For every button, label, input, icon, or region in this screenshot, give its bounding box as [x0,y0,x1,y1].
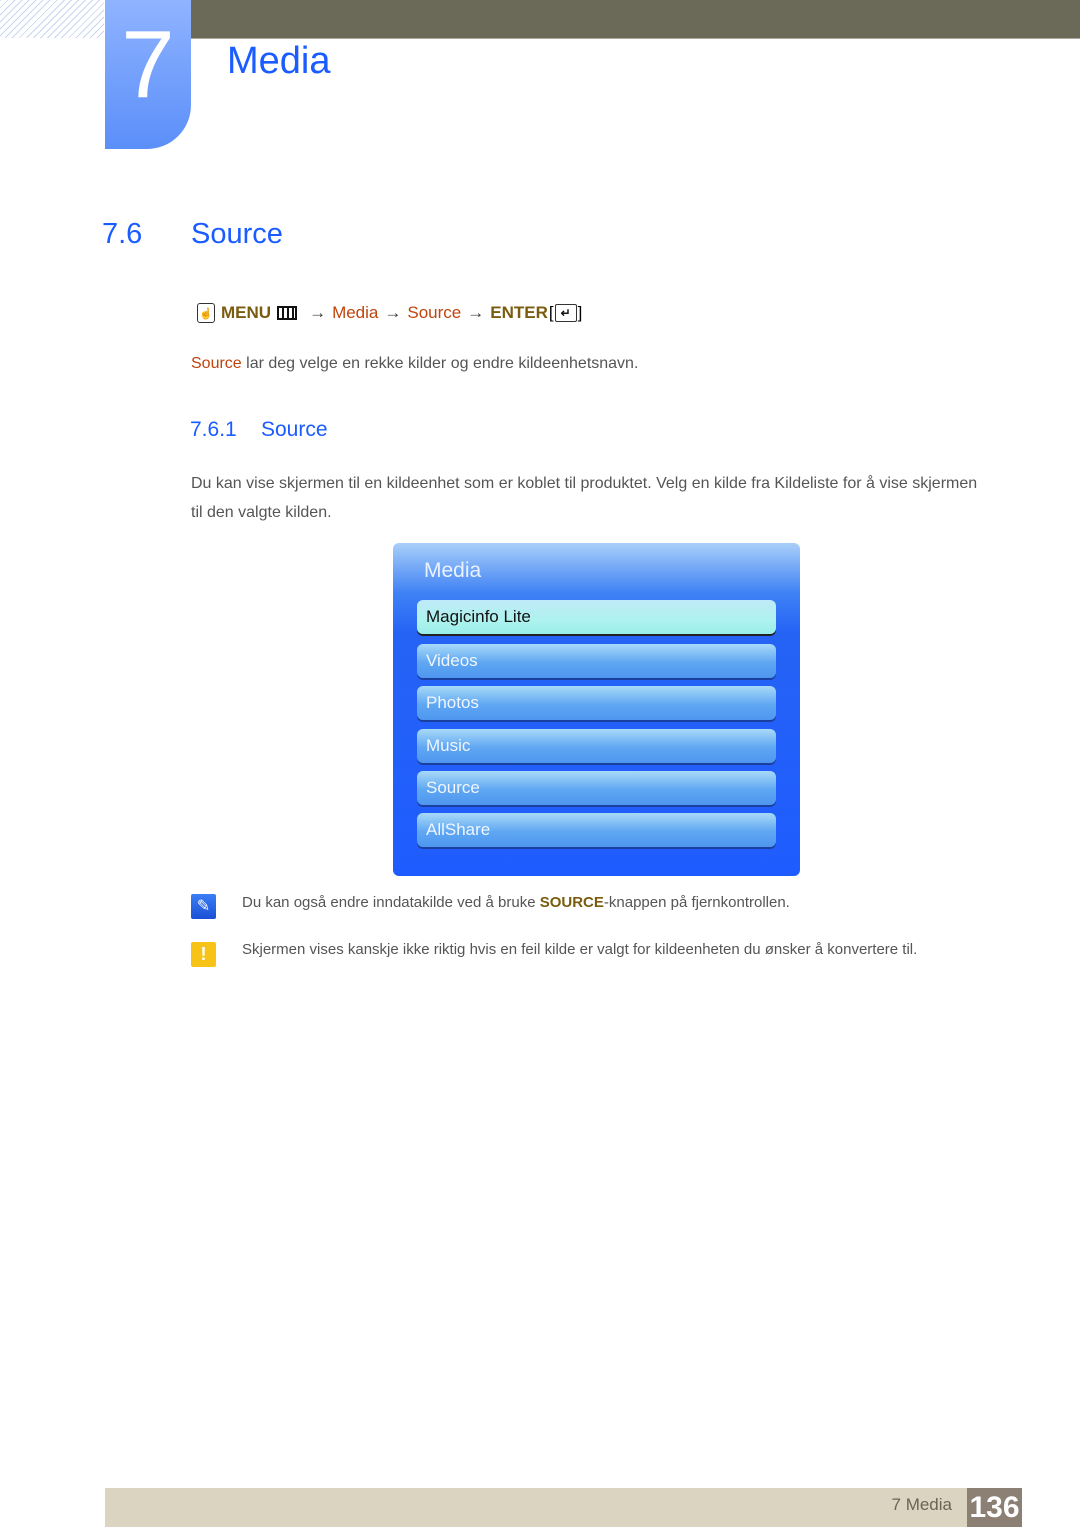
page-number: 136 [967,1488,1022,1527]
enter-keyword: ENTER [490,303,548,322]
note-pencil-icon: ✎ [191,894,216,919]
osd-item-magicinfo-lite[interactable]: Magicinfo Lite [417,600,776,634]
osd-item-source[interactable]: Source [417,771,776,805]
remote-hand-icon: ☝ [197,303,215,323]
osd-item-label: Magicinfo Lite [426,607,531,626]
osd-menu-title: Media [424,559,482,582]
osd-item-music[interactable]: Music [417,729,776,763]
intro-highlight: Source [191,355,242,372]
osd-item-label: Photos [426,693,479,712]
subsection-paragraph: Du kan vise skjermen til en kildeenhet s… [191,475,978,521]
bracket-open: [ [548,303,554,322]
menu-path: ☝ MENU → Media → Source → ENTER [ ↵ ] [197,303,582,323]
osd-item-label: Source [426,778,480,797]
footer-chapter-label: 7 Media [891,1495,952,1514]
osd-item-videos[interactable]: Videos [417,644,776,678]
arrow-icon: → [467,303,485,322]
menu-step-media: Media [332,303,379,322]
osd-item-label: AllShare [426,820,491,839]
menu-step-source: Source [407,303,462,322]
chapter-title: Media [227,40,331,82]
section-title: Source [191,218,283,250]
subsection-number: 7.6.1 [190,418,237,441]
subsection-title: Source [261,418,328,441]
osd-item-photos[interactable]: Photos [417,686,776,720]
chapter-number: 7 [121,11,175,118]
osd-item-allshare[interactable]: AllShare [417,813,776,847]
note-text-after: -knappen på fjernkontrollen. [603,894,790,911]
menu-keyword: MENU [221,303,272,322]
osd-item-label: Videos [426,651,478,670]
warning-icon: ! [191,942,216,967]
section-number: 7.6 [102,218,143,250]
arrow-icon: → [309,303,327,322]
osd-item-label: Music [426,736,471,755]
enter-icon: ↵ [554,304,577,322]
note-keyword-source: SOURCE [539,894,604,911]
intro-text: Source lar deg velge en rekke kilder og … [191,355,638,373]
warning-text: Skjermen vises kanskje ikke riktig hvis … [242,941,918,958]
arrow-icon: → [384,303,402,322]
osd-media-menu: Media Magicinfo Lite Videos Photos Music… [393,543,800,876]
header-divider [190,38,1080,39]
note-text: Du kan også endre inndatakilde ved å bru… [242,894,790,911]
header-bar [190,0,1080,38]
menu-button-icon [277,306,298,320]
bracket-close: ] [577,303,583,322]
chapter-tab: 7 [105,0,191,149]
note-text-before: Du kan også endre inndatakilde ved å bru… [242,894,540,911]
header-hatch-decoration [0,0,104,38]
page-footer: 7 Media 136 [105,1488,1022,1527]
intro-body: lar deg velge en rekke kilder og endre k… [241,355,639,372]
